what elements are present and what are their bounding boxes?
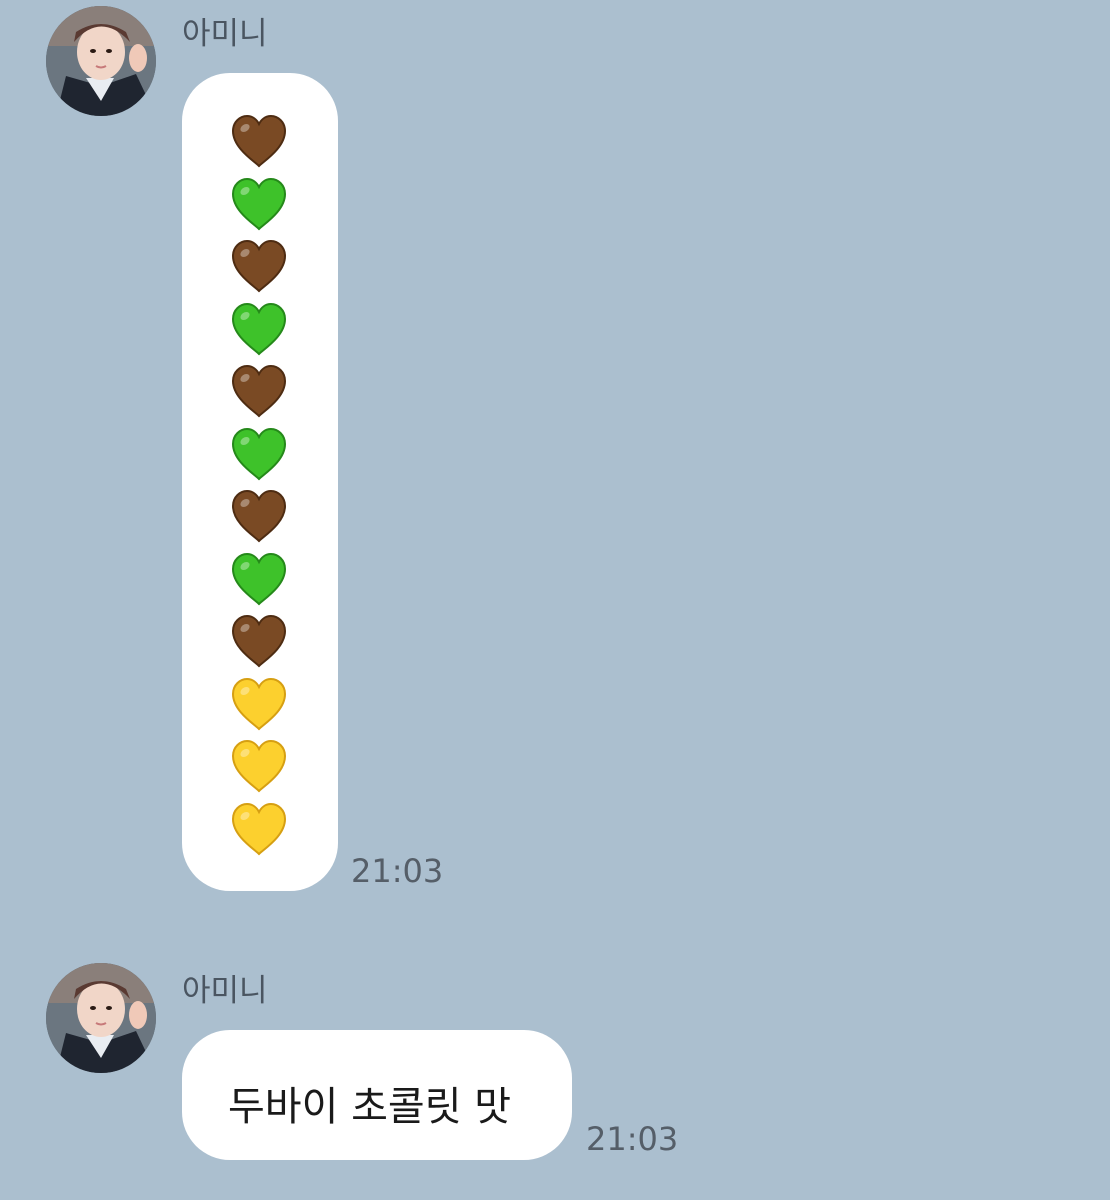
message-bubble[interactable]: [182, 73, 338, 891]
green-heart-icon: [231, 427, 287, 480]
green-heart-icon: [231, 177, 287, 230]
avatar[interactable]: [46, 963, 156, 1073]
emoji-list: [230, 113, 288, 863]
message-time: 21:03: [586, 1120, 679, 1158]
message-bubble[interactable]: 두바이 초콜릿 맛: [182, 1030, 572, 1160]
avatar-image: [46, 6, 156, 116]
green-heart-icon: [231, 552, 287, 605]
yellow-heart-icon: [231, 802, 287, 855]
sender-name: 아미니: [182, 973, 268, 1009]
message-text: 두바이 초콜릿 맛: [228, 1084, 512, 1130]
avatar[interactable]: [46, 6, 156, 116]
avatar-image: [46, 963, 156, 1073]
yellow-heart-icon: [231, 677, 287, 730]
brown-heart-icon: [231, 489, 287, 543]
sender-name: 아미니: [182, 16, 268, 52]
message-time: 21:03: [351, 852, 444, 890]
brown-heart-icon: [231, 364, 287, 418]
green-heart-icon: [231, 302, 287, 355]
brown-heart-icon: [231, 114, 287, 168]
yellow-heart-icon: [231, 739, 287, 793]
brown-heart-icon: [231, 239, 287, 293]
brown-heart-icon: [231, 614, 287, 668]
